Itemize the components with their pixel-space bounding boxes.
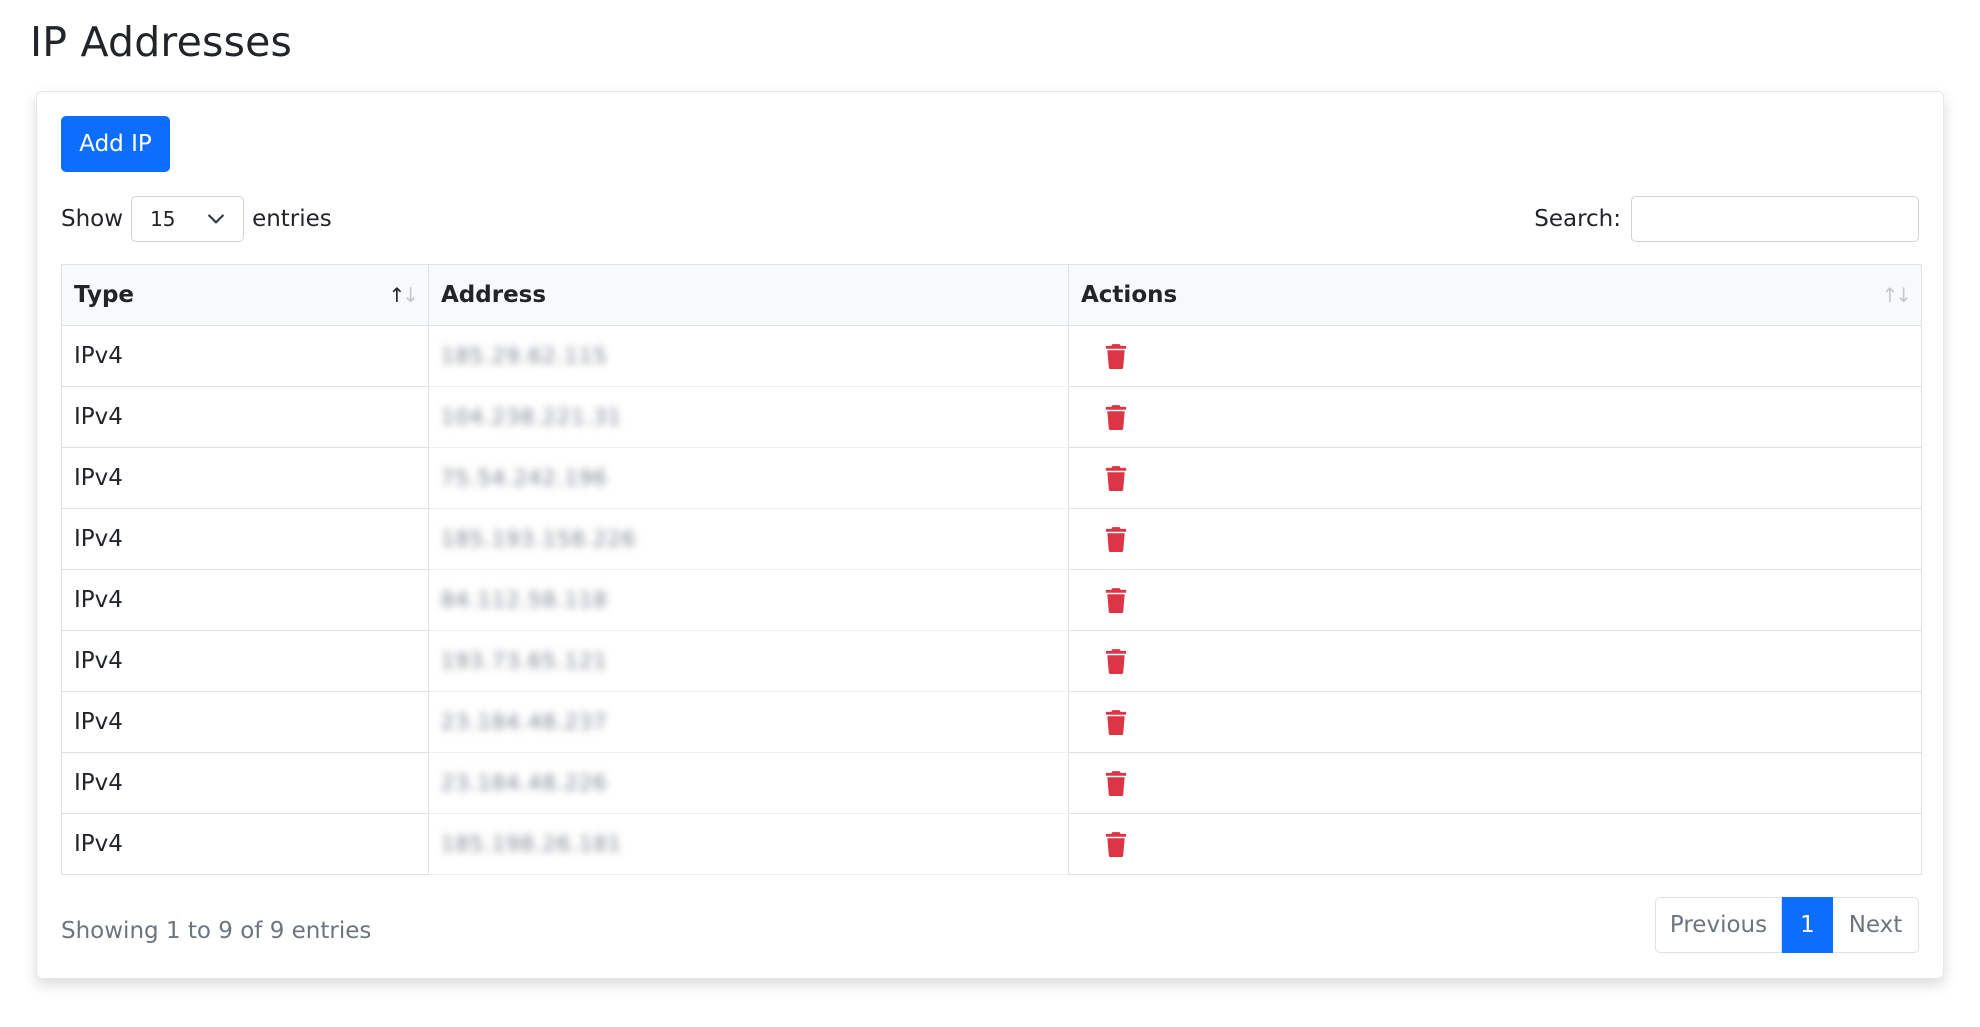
entries-label: entries bbox=[252, 206, 332, 232]
cell-actions bbox=[1068, 508, 1922, 570]
add-ip-button[interactable]: Add IP bbox=[61, 116, 170, 172]
current-page-button[interactable]: 1 bbox=[1782, 897, 1833, 953]
trash-icon[interactable] bbox=[1104, 709, 1128, 735]
chevron-down-icon bbox=[208, 214, 224, 224]
address-value: 75.54.242.196 bbox=[441, 466, 608, 490]
entries-select-value: 15 bbox=[150, 207, 176, 231]
address-value: 185.193.158.226 bbox=[441, 527, 637, 551]
cell-type: IPv4 bbox=[61, 325, 429, 387]
cell-address: 185.193.158.226 bbox=[428, 508, 1069, 570]
cell-actions bbox=[1068, 813, 1922, 875]
table-row: IPv4 23.184.48.237 bbox=[61, 691, 1922, 753]
search-filter: Search: bbox=[1534, 196, 1919, 242]
cell-actions bbox=[1068, 325, 1922, 387]
cell-address: 185.198.26.181 bbox=[428, 813, 1069, 875]
cell-actions bbox=[1068, 386, 1922, 448]
table-row: IPv4 193.73.65.121 bbox=[61, 630, 1922, 692]
sort-asc-icon: ↑↓ bbox=[388, 283, 418, 307]
cell-type: IPv4 bbox=[61, 691, 429, 753]
column-header-type[interactable]: Type ↑↓ bbox=[61, 264, 429, 326]
sort-icon: ↑↓ bbox=[1881, 283, 1911, 307]
trash-icon[interactable] bbox=[1104, 465, 1128, 491]
table-row: IPv4 23.184.48.226 bbox=[61, 752, 1922, 814]
address-value: 84.112.58.118 bbox=[441, 588, 608, 612]
table-row: IPv4 185.29.62.115 bbox=[61, 325, 1922, 387]
column-header-type-label: Type bbox=[74, 282, 135, 308]
address-value: 104.238.221.31 bbox=[441, 405, 622, 429]
address-value: 23.184.48.237 bbox=[441, 710, 608, 734]
trash-icon[interactable] bbox=[1104, 770, 1128, 796]
table-row: IPv4 185.198.26.181 bbox=[61, 813, 1922, 875]
search-label: Search: bbox=[1534, 206, 1621, 232]
cell-type: IPv4 bbox=[61, 386, 429, 448]
column-header-actions-label: Actions bbox=[1081, 282, 1178, 308]
cell-type: IPv4 bbox=[61, 508, 429, 570]
table-row: IPv4 75.54.242.196 bbox=[61, 447, 1922, 509]
length-menu: Show 15 entries bbox=[61, 196, 332, 242]
table-row: IPv4 104.238.221.31 bbox=[61, 386, 1922, 448]
search-input[interactable] bbox=[1631, 196, 1919, 242]
entries-select[interactable]: 15 bbox=[131, 196, 245, 242]
cell-type: IPv4 bbox=[61, 813, 429, 875]
column-header-address-label: Address bbox=[441, 282, 547, 308]
cell-address: 193.73.65.121 bbox=[428, 630, 1069, 692]
table-row: IPv4 84.112.58.118 bbox=[61, 569, 1922, 631]
cell-type: IPv4 bbox=[61, 752, 429, 814]
cell-type: IPv4 bbox=[61, 569, 429, 631]
pagination: Previous 1 Next bbox=[1655, 897, 1919, 953]
address-value: 185.29.62.115 bbox=[441, 344, 608, 368]
table-info: Showing 1 to 9 of 9 entries bbox=[61, 918, 372, 944]
ip-card: Add IP Show 15 entries Search: Type ↑↓ A… bbox=[36, 91, 1944, 979]
next-page-button[interactable]: Next bbox=[1833, 897, 1919, 953]
trash-icon[interactable] bbox=[1104, 343, 1128, 369]
trash-icon[interactable] bbox=[1104, 587, 1128, 613]
ip-table: Type ↑↓ Address Actions ↑↓ IPv4 185.29.62… bbox=[61, 264, 1922, 875]
cell-actions bbox=[1068, 630, 1922, 692]
cell-actions bbox=[1068, 447, 1922, 509]
cell-type: IPv4 bbox=[61, 447, 429, 509]
cell-address: 75.54.242.196 bbox=[428, 447, 1069, 509]
address-value: 193.73.65.121 bbox=[441, 649, 608, 673]
table-row: IPv4 185.193.158.226 bbox=[61, 508, 1922, 570]
address-value: 23.184.48.226 bbox=[441, 771, 608, 795]
trash-icon[interactable] bbox=[1104, 831, 1128, 857]
show-label: Show bbox=[61, 206, 124, 232]
cell-actions bbox=[1068, 569, 1922, 631]
cell-address: 23.184.48.237 bbox=[428, 691, 1069, 753]
trash-icon[interactable] bbox=[1104, 526, 1128, 552]
cell-type: IPv4 bbox=[61, 630, 429, 692]
page-title: IP Addresses bbox=[30, 18, 293, 66]
cell-actions bbox=[1068, 752, 1922, 814]
previous-page-button[interactable]: Previous bbox=[1655, 897, 1782, 953]
cell-address: 23.184.48.226 bbox=[428, 752, 1069, 814]
trash-icon[interactable] bbox=[1104, 648, 1128, 674]
cell-address: 185.29.62.115 bbox=[428, 325, 1069, 387]
address-value: 185.198.26.181 bbox=[441, 832, 622, 856]
column-header-actions[interactable]: Actions ↑↓ bbox=[1068, 264, 1922, 326]
cell-address: 84.112.58.118 bbox=[428, 569, 1069, 631]
trash-icon[interactable] bbox=[1104, 404, 1128, 430]
cell-address: 104.238.221.31 bbox=[428, 386, 1069, 448]
column-header-address: Address bbox=[428, 264, 1069, 326]
table-header-row: Type ↑↓ Address Actions ↑↓ bbox=[61, 264, 1922, 326]
cell-actions bbox=[1068, 691, 1922, 753]
